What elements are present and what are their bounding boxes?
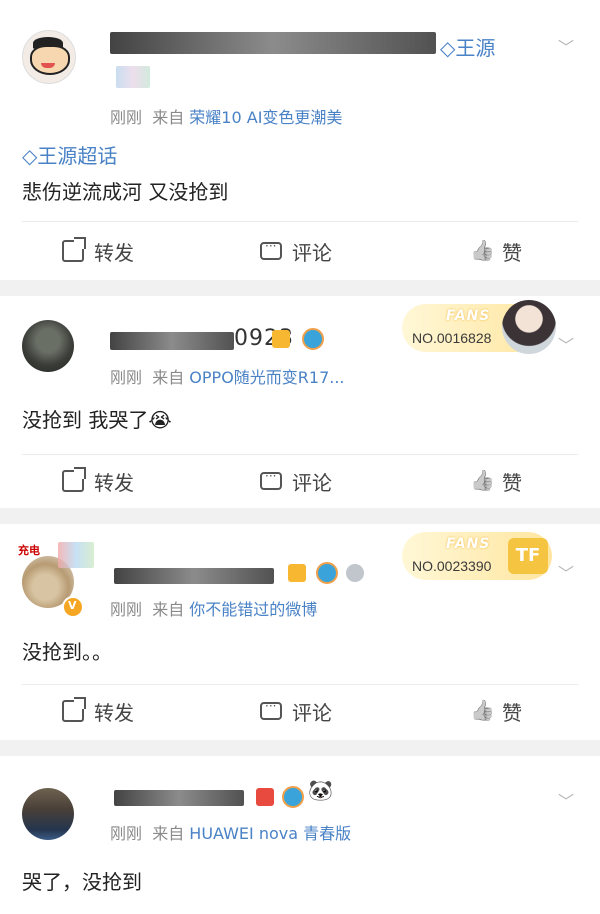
post-card: ◇王源 刚刚 来自 荣耀10 AI变色更潮美 ﹀ ◇王源超话 悲伤逆流成河 又没… — [0, 0, 600, 280]
chevron-down-icon[interactable]: ﹀ — [558, 34, 574, 58]
post-meta: 刚刚 来自 你不能错过的微博 — [110, 600, 318, 619]
post-content: 没抢到。。 — [22, 640, 112, 664]
divider — [22, 454, 578, 455]
medal-badge-icon — [346, 564, 364, 582]
chevron-down-icon[interactable]: ﹀ — [558, 332, 574, 356]
post-content: 没抢到 我哭了😭 — [22, 408, 172, 432]
avatar[interactable] — [22, 788, 74, 840]
divider — [22, 221, 578, 222]
repost-button[interactable]: 转发 — [62, 686, 134, 736]
source-link[interactable]: 荣耀10 AI变色更潮美 — [189, 108, 342, 127]
blurred-username[interactable] — [110, 332, 234, 350]
blurred-username[interactable] — [114, 568, 274, 584]
fans-number: NO.0023390 — [412, 558, 492, 574]
shield-badge-icon — [302, 328, 324, 350]
source-link[interactable]: HUAWEI nova 青春版 — [189, 824, 351, 843]
post-meta: 刚刚 来自 HUAWEI nova 青春版 — [110, 824, 352, 843]
verified-badge-icon — [62, 596, 84, 618]
avatar[interactable] — [22, 320, 74, 372]
super-topic-link[interactable]: ◇王源 — [440, 32, 495, 61]
repost-button[interactable]: 转发 — [62, 226, 134, 276]
action-bar: 转发 评论 赞 — [0, 226, 600, 276]
blurred-badge — [116, 66, 150, 88]
action-bar: 转发 评论 赞 — [0, 686, 600, 736]
tf-logo: TF — [508, 538, 548, 574]
chevron-down-icon[interactable]: ﹀ — [558, 560, 574, 584]
fans-card[interactable]: FANS NO.0016828 — [402, 300, 556, 354]
member-badge-icon — [272, 330, 290, 348]
shield-badge-icon — [316, 562, 338, 584]
fans-card[interactable]: FANS NO.0023390 TF — [402, 532, 552, 580]
divider — [22, 684, 578, 685]
fans-number: NO.0016828 — [412, 330, 492, 346]
comment-icon — [260, 469, 282, 490]
avatar-overlay — [58, 542, 94, 568]
thumbs-up-icon — [470, 700, 492, 722]
comment-icon — [260, 699, 282, 720]
share-icon — [62, 700, 84, 722]
fans-title: FANS — [446, 536, 491, 552]
like-button[interactable]: 赞 — [470, 456, 522, 506]
source-link[interactable]: OPPO随光而变R17... — [189, 368, 344, 387]
source-link[interactable]: 你不能错过的微博 — [189, 600, 317, 619]
repost-button[interactable]: 转发 — [62, 456, 134, 506]
comment-button[interactable]: 评论 — [260, 226, 332, 276]
topic-tag[interactable]: ◇王源超话 — [22, 140, 117, 169]
share-icon — [62, 470, 84, 492]
comment-button[interactable]: 评论 — [260, 456, 332, 506]
avatar-text: 充电 — [18, 544, 40, 557]
share-icon — [62, 240, 84, 262]
chevron-down-icon[interactable]: ﹀ — [558, 788, 574, 812]
panda-icon: 🐼 — [308, 778, 333, 802]
idol-photo — [502, 300, 556, 354]
like-button[interactable]: 赞 — [470, 686, 522, 736]
blurred-username[interactable] — [110, 32, 436, 54]
post-content: 悲伤逆流成河 又没抢到 — [22, 180, 229, 204]
comment-icon — [260, 239, 282, 260]
post-meta: 刚刚 来自 荣耀10 AI变色更潮美 — [110, 108, 343, 127]
post-meta: 刚刚 来自 OPPO随光而变R17... — [110, 368, 345, 387]
post-card: 充电 刚刚 来自 你不能错过的微博 FANS NO.0023390 TF ﹀ 没… — [0, 524, 600, 740]
fans-title: FANS — [446, 308, 491, 324]
post-card: 0923 刚刚 来自 OPPO随光而变R17... FANS NO.001682… — [0, 296, 600, 508]
action-bar: 转发 评论 赞 — [0, 456, 600, 506]
blurred-username[interactable] — [114, 790, 244, 806]
like-button[interactable]: 赞 — [470, 226, 522, 276]
member-badge-icon — [288, 564, 306, 582]
thumbs-up-icon — [470, 470, 492, 492]
member-badge-icon — [256, 788, 274, 806]
shield-badge-icon — [282, 786, 304, 808]
post-card: 🐼 刚刚 来自 HUAWEI nova 青春版 ﹀ 哭了，没抢到 — [0, 756, 600, 914]
post-content: 哭了，没抢到 — [22, 870, 142, 894]
weibo-comment-feed: ◇王源 刚刚 来自 荣耀10 AI变色更潮美 ﹀ ◇王源超话 悲伤逆流成河 又没… — [0, 0, 600, 914]
thumbs-up-icon — [470, 240, 492, 262]
avatar[interactable] — [22, 30, 76, 84]
comment-button[interactable]: 评论 — [260, 686, 332, 736]
